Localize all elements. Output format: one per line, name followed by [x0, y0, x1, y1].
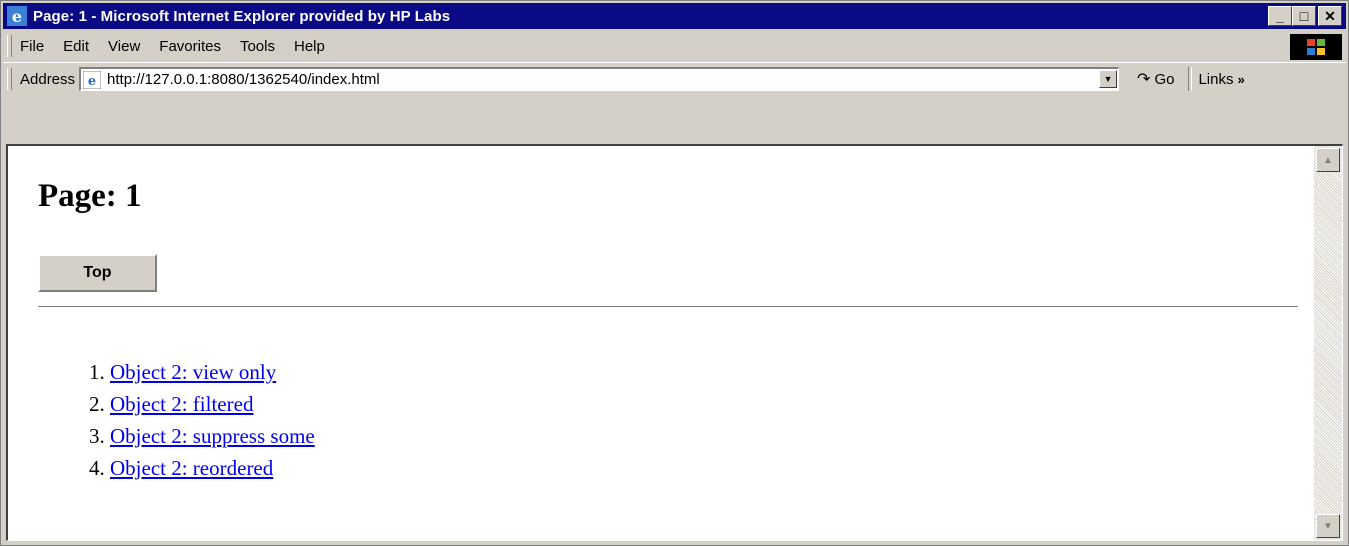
link-reordered[interactable]: Object 2: reordered — [110, 456, 273, 480]
go-arrow-icon: ↷ — [1137, 71, 1151, 88]
browser-window: e Page: 1 - Microsoft Internet Explorer … — [0, 0, 1349, 546]
menu-grip[interactable] — [7, 35, 12, 57]
menu-help[interactable]: Help — [294, 38, 325, 55]
menu-view[interactable]: View — [108, 38, 140, 55]
address-bar: Address e http://127.0.0.1:8080/1362540/… — [3, 62, 1346, 95]
links-label: Links — [1198, 70, 1234, 88]
list-item: Object 2: filtered — [110, 388, 315, 420]
windows-logo-icon — [1290, 34, 1342, 60]
address-label: Address — [20, 70, 76, 88]
address-grip[interactable] — [7, 68, 12, 90]
links-button[interactable]: Links» — [1198, 71, 1244, 88]
title-bar[interactable]: e Page: 1 - Microsoft Internet Explorer … — [3, 3, 1346, 29]
link-view-only[interactable]: Object 2: view only — [110, 360, 276, 384]
link-suppress-some[interactable]: Object 2: suppress some — [110, 424, 315, 448]
horizontal-rule — [38, 306, 1298, 308]
vertical-scrollbar[interactable]: ▲ ▼ — [1314, 146, 1342, 540]
svg-text:e: e — [88, 74, 96, 89]
scroll-up-arrow-icon[interactable]: ▲ — [1316, 148, 1340, 172]
object-list: Object 2: view only Object 2: filtered O… — [38, 356, 315, 484]
toolbar-separator — [1188, 67, 1193, 91]
page-icon: e — [83, 70, 102, 89]
svg-text:e: e — [12, 7, 22, 26]
window-title: Page: 1 - Microsoft Internet Explorer pr… — [33, 7, 451, 25]
go-label: Go — [1154, 70, 1175, 88]
close-button[interactable]: ✕ — [1318, 6, 1342, 26]
list-item: Object 2: reordered — [110, 452, 315, 484]
ie-logo-icon: e — [7, 6, 27, 26]
link-filtered[interactable]: Object 2: filtered — [110, 392, 253, 416]
menu-edit[interactable]: Edit — [63, 38, 89, 55]
windows-flag-icon — [1307, 39, 1325, 55]
menu-tools[interactable]: Tools — [240, 38, 275, 55]
address-input[interactable]: e http://127.0.0.1:8080/1362540/index.ht… — [79, 67, 1120, 91]
go-button[interactable]: ↷ Go — [1137, 69, 1174, 89]
address-url: http://127.0.0.1:8080/1362540/index.html — [107, 71, 380, 88]
window-controls: _ □ ✕ — [1268, 6, 1342, 26]
list-item: Object 2: view only — [110, 356, 315, 388]
minimize-button[interactable]: _ — [1268, 6, 1292, 26]
chevron-right-icon: » — [1237, 71, 1245, 87]
scroll-down-arrow-icon[interactable]: ▼ — [1316, 514, 1340, 538]
maximize-button[interactable]: □ — [1292, 6, 1316, 26]
menu-file[interactable]: File — [20, 38, 44, 55]
list-item: Object 2: suppress some — [110, 420, 315, 452]
menu-bar: File Edit View Favorites Tools Help — [3, 32, 1346, 60]
address-dropdown-button[interactable]: ▼ — [1099, 70, 1118, 88]
page-heading: Page: 1 — [38, 178, 142, 214]
menu-favorites[interactable]: Favorites — [159, 38, 221, 55]
top-button[interactable]: Top — [38, 254, 157, 292]
page-content: Page: 1 Top Object 2: view only Object 2… — [6, 144, 1343, 541]
